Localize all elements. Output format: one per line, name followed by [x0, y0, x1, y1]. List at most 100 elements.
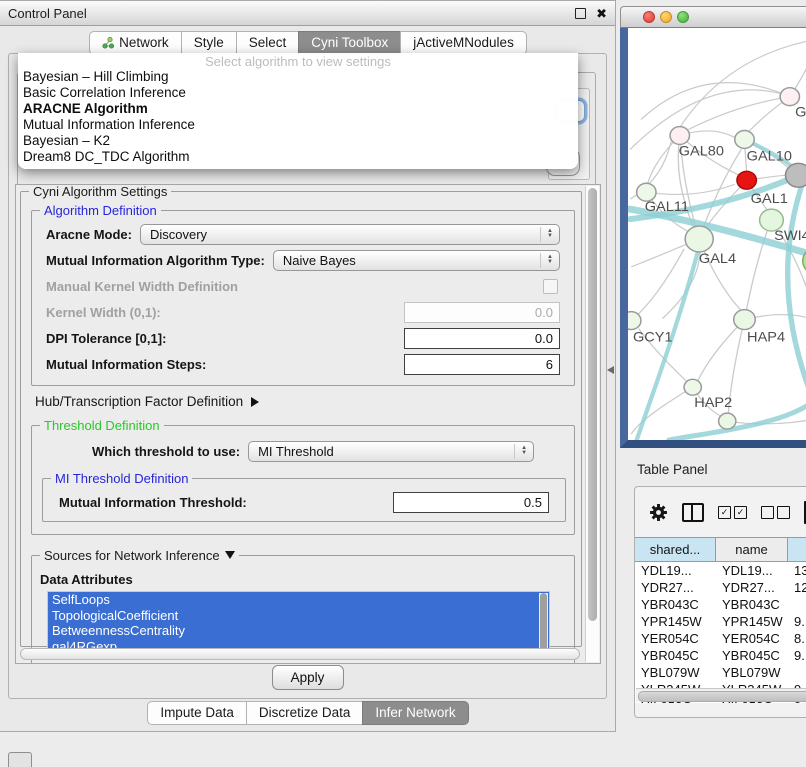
split-columns-icon[interactable] [682, 503, 704, 522]
close-icon[interactable]: ✖ [596, 9, 607, 18]
dpi-tolerance-field[interactable]: 0.0 [404, 328, 560, 349]
apply-button[interactable]: Apply [272, 665, 344, 690]
tab-infer-network[interactable]: Infer Network [362, 701, 468, 725]
network-node-label: SWI4 [774, 228, 806, 243]
tab-network[interactable]: Network [89, 31, 182, 55]
control-panel-titlebar[interactable]: Control Panel ✖ [0, 1, 615, 26]
gear-icon[interactable] [649, 503, 668, 522]
checked-box-icon: ✓ [734, 506, 747, 519]
kernel-width-row: Kernel Width (0,1): 0.0 [46, 299, 560, 325]
attribute-item-selected[interactable]: BetweennessCentrality [48, 623, 549, 639]
network-edge[interactable] [631, 249, 684, 321]
column-header-cut[interactable] [788, 538, 806, 562]
mi-steps-field[interactable]: 6 [404, 354, 560, 375]
network-icon [102, 37, 114, 49]
sources-title[interactable]: Sources for Network Inference [40, 548, 239, 563]
tab-style[interactable]: Style [181, 31, 237, 55]
deselect-all-columns-icon[interactable] [761, 506, 790, 519]
aracne-mode-row: Aracne Mode: Discovery ▲▼ [46, 221, 560, 247]
table-horizontal-scrollbar[interactable] [636, 688, 806, 702]
table-cell: YDL19... [716, 563, 788, 578]
network-node-gal80[interactable] [670, 127, 689, 145]
network-node-gcy1[interactable] [628, 312, 641, 330]
table-cell: 8. [788, 631, 806, 646]
table-row[interactable]: YBR045CYBR045C9. [635, 647, 806, 664]
table-cell: YPR145W [635, 614, 716, 629]
spinner-arrows-icon: ▲▼ [540, 253, 553, 268]
table-panel-title: Table Panel [637, 462, 708, 477]
dpi-tolerance-label: DPI Tolerance [0,1]: [46, 331, 166, 346]
network-edge[interactable] [630, 90, 781, 150]
table-cell: 12 [788, 580, 806, 595]
network-node-hap2[interactable] [684, 379, 701, 395]
table-cell: YDL19... [635, 563, 716, 578]
tab-label: Infer Network [375, 705, 455, 720]
network-node-label: GAL11 [645, 199, 689, 214]
kernel-width-field[interactable]: 0.0 [404, 302, 560, 323]
network-window-frame: GALGAL80GAL10GAL1GAL11SWI4GAL4GCY1HAP4YH… [620, 28, 806, 448]
tab-impute-data[interactable]: Impute Data [147, 701, 247, 725]
table-row[interactable]: YER054CYER054C8. [635, 630, 806, 647]
tab-select[interactable]: Select [236, 31, 300, 55]
attribute-item-selected[interactable]: SelfLoops [48, 592, 549, 608]
attribute-list-scrollbar[interactable] [539, 593, 548, 654]
table-row[interactable]: YBR043CYBR043C [635, 596, 806, 613]
network-edge-highlighted[interactable] [669, 396, 806, 440]
mi-threshold-field[interactable]: 0.5 [393, 492, 549, 513]
tab-jactivemnodules[interactable]: jActiveMNodules [400, 31, 527, 55]
network-node[interactable] [719, 413, 736, 429]
tab-cyni-toolbox[interactable]: Cyni Toolbox [298, 31, 401, 55]
algorithm-option[interactable]: Bayesian – K2 [18, 133, 578, 149]
column-header-shared...[interactable]: shared... [635, 538, 716, 562]
network-node[interactable] [785, 163, 806, 187]
network-node-gal[interactable] [780, 88, 799, 106]
settings-vertical-scrollbar[interactable] [585, 186, 599, 662]
network-node-label: GAL [795, 104, 806, 119]
mi-type-select[interactable]: Naive Bayes ▲▼ [273, 250, 560, 271]
algorithm-popup: Select algorithm to view settings Bayesi… [18, 53, 578, 169]
attribute-item-selected[interactable]: TopologicalCoefficient [48, 608, 549, 624]
mouse-cursor [607, 366, 614, 374]
expanded-arrow-icon [225, 551, 235, 559]
network-node-gal10[interactable] [735, 131, 754, 149]
mi-threshold-title: MI Threshold Definition [51, 471, 192, 486]
aracne-mode-select[interactable]: Discovery ▲▼ [140, 224, 560, 245]
algorithm-option[interactable]: Mutual Information Inference [18, 117, 578, 133]
algorithm-option[interactable]: Dream8 DC_TDC Algorithm [18, 149, 578, 165]
tab-discretize-data[interactable]: Discretize Data [246, 701, 364, 725]
select-all-columns-icon[interactable]: ✓ ✓ [718, 506, 747, 519]
manual-kernel-checkbox[interactable] [543, 279, 558, 294]
table-cell: YBR045C [635, 648, 716, 663]
collapsed-arrow-icon [251, 397, 259, 407]
network-node-label: HAP4 [747, 329, 785, 344]
collapsed-panel-button[interactable] [8, 752, 32, 767]
hub-definition-toggle[interactable]: Hub/Transcription Factor Definition [35, 394, 581, 409]
table-row[interactable]: YDL19...YDL19...13 [635, 562, 806, 579]
network-canvas[interactable]: GALGAL80GAL10GAL1GAL11SWI4GAL4GCY1HAP4YH… [628, 28, 806, 440]
minimize-traffic-light-icon[interactable] [660, 11, 672, 23]
which-threshold-value: MI Threshold [258, 444, 334, 459]
column-header-name[interactable]: name [716, 538, 788, 562]
table-row[interactable]: YBL079WYBL079W [635, 664, 806, 681]
which-threshold-select[interactable]: MI Threshold ▲▼ [248, 441, 534, 462]
float-window-icon[interactable] [575, 8, 586, 19]
data-attributes-list[interactable]: SelfLoopsTopologicalCoefficientBetweenne… [47, 591, 550, 656]
network-node-gal4[interactable] [685, 226, 713, 252]
settings-horizontal-scrollbar[interactable] [20, 648, 580, 660]
algorithm-option[interactable]: Basic Correlation Inference [18, 85, 578, 101]
tab-label: Cyni Toolbox [311, 35, 388, 50]
table-row[interactable]: YPR145WYPR145W9. [635, 613, 806, 630]
network-node-gal1[interactable] [737, 171, 756, 189]
algorithm-option[interactable]: ARACNE Algorithm [18, 101, 578, 117]
network-edge[interactable] [688, 97, 789, 130]
network-window-titlebar[interactable] [620, 6, 806, 28]
aracne-mode-label: Aracne Mode: [46, 227, 132, 242]
table-cell: YPR145W [716, 614, 788, 629]
table-row[interactable]: YDR27...YDR27...12 [635, 579, 806, 596]
zoom-traffic-light-icon[interactable] [677, 11, 689, 23]
mi-threshold-row: Mutual Information Threshold: 0.5 [59, 489, 549, 515]
network-node-hap4[interactable] [734, 310, 756, 330]
close-traffic-light-icon[interactable] [643, 11, 655, 23]
data-attributes-label: Data Attributes [40, 572, 574, 587]
algorithm-option[interactable]: Bayesian – Hill Climbing [18, 69, 578, 85]
